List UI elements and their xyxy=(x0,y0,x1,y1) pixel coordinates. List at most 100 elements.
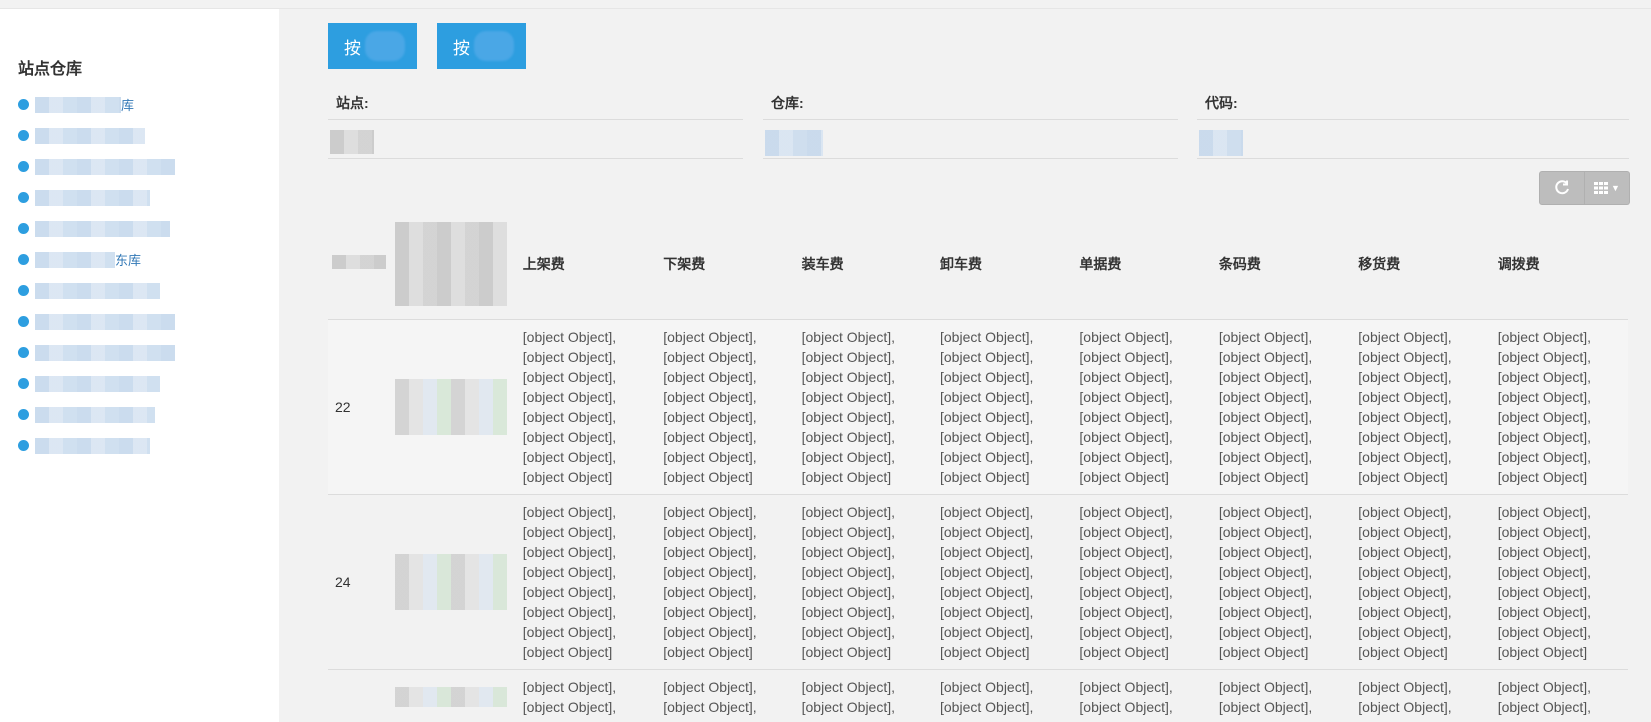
row-id xyxy=(328,669,391,722)
column-header[interactable]: 移货费 xyxy=(1354,209,1494,320)
tree-item[interactable] xyxy=(18,368,175,399)
cell-line: [object Object], xyxy=(1079,368,1173,385)
cell-line: [object Object], xyxy=(1218,678,1313,695)
cell-line: [object Object], xyxy=(801,448,896,465)
cell-line: [object Object] xyxy=(801,468,892,485)
action-button-2[interactable]: 按 xyxy=(437,23,526,69)
cell-line: [object Object], xyxy=(1358,368,1452,385)
node-dot-icon xyxy=(18,254,29,265)
cell-line: [object Object], xyxy=(801,698,896,715)
grid-icon xyxy=(1594,182,1609,194)
site-filter-value[interactable] xyxy=(330,130,374,154)
row-name xyxy=(390,319,519,495)
node-dot-icon xyxy=(18,285,29,296)
cell-line: [object Object], xyxy=(1497,623,1592,640)
action-button-1[interactable]: 按 xyxy=(328,23,417,69)
cell-line: [object Object], xyxy=(1358,563,1452,580)
tree-item[interactable] xyxy=(18,430,175,461)
cell-line: [object Object], xyxy=(522,348,617,365)
cell-line: [object Object], xyxy=(1358,623,1452,640)
tree-item-label: 库 xyxy=(121,98,135,113)
cell-line: [object Object], xyxy=(1079,623,1173,640)
table-row[interactable]: 22 [object Object], [object Object], [objec… xyxy=(328,319,1628,495)
cell-line: [object Object], xyxy=(801,543,896,560)
cell-line: [object Object], xyxy=(522,428,617,445)
node-dot-icon xyxy=(18,130,29,141)
tree-item[interactable] xyxy=(18,306,175,337)
tree-item[interactable] xyxy=(18,213,175,244)
cell-line: [object Object], xyxy=(663,543,757,560)
tree-item[interactable] xyxy=(18,399,175,430)
cell-line: [object Object], xyxy=(663,368,757,385)
fee-cell: [object Object], [object Object], [object … xyxy=(1214,494,1355,670)
warehouse-filter-label: 仓库: xyxy=(771,95,804,111)
cell-line: [object Object], xyxy=(522,623,617,640)
cell-line: [object Object], xyxy=(801,563,896,580)
cell-line: [object Object], xyxy=(940,428,1034,445)
tree-item[interactable] xyxy=(18,120,175,151)
cell-line: [object Object], xyxy=(1079,348,1173,365)
table-row[interactable]: [object Object], [object Object], [object … xyxy=(328,669,1628,722)
tree-item[interactable]: 库 xyxy=(18,89,175,120)
filter-bar: 站点: 仓库: 代码: xyxy=(328,89,1629,164)
cell-line: [object Object] xyxy=(1358,468,1448,485)
column-header[interactable]: 单据费 xyxy=(1075,209,1215,320)
cell-line: [object Object], xyxy=(522,543,617,560)
fee-cell: [object Object], [object Object], [object … xyxy=(936,494,1076,670)
tree-item[interactable] xyxy=(18,182,175,213)
cell-line: [object Object], xyxy=(1079,388,1173,405)
table-row[interactable]: 24 [object Object], [object Object], [objec… xyxy=(328,494,1628,670)
row-id: 22 xyxy=(328,319,391,495)
cell-line: [object Object], xyxy=(1218,623,1313,640)
fee-table: 上架费 下架费 装车费 卸车费 单据费 条码费 移货费 调拨费 22 [objec… xyxy=(328,209,1628,722)
cell-line: [object Object], xyxy=(1079,448,1173,465)
tree-item[interactable] xyxy=(18,275,175,306)
cell-line: [object Object], xyxy=(940,583,1034,600)
column-header[interactable]: 上架费 xyxy=(518,209,660,320)
tree-item[interactable]: 东库 xyxy=(18,244,175,275)
cell-line: [object Object], xyxy=(1497,698,1592,715)
cell-line: [object Object], xyxy=(1497,543,1592,560)
column-header-id[interactable] xyxy=(328,209,391,320)
cell-line: [object Object], xyxy=(1358,678,1452,695)
code-filter-value[interactable] xyxy=(1199,130,1243,156)
fee-cell: [object Object], [object Object], [object … xyxy=(1493,494,1628,670)
cell-line: [object Object], xyxy=(663,448,757,465)
column-header[interactable]: 下架费 xyxy=(659,209,798,320)
cell-line: [object Object] xyxy=(801,643,892,660)
column-header[interactable]: 卸车费 xyxy=(936,209,1076,320)
cell-line: [object Object] xyxy=(663,468,753,485)
node-dot-icon xyxy=(18,440,29,451)
cell-line: [object Object], xyxy=(1497,563,1592,580)
cell-line: [object Object], xyxy=(801,623,896,640)
cell-line: [object Object], xyxy=(1218,698,1313,715)
fee-cell: [object Object], [object Object], [object … xyxy=(659,494,798,670)
cell-line: [object Object], xyxy=(1358,543,1452,560)
cell-line: [object Object], xyxy=(940,448,1034,465)
sidebar: 站点仓库 库 东库 xyxy=(0,9,279,722)
cell-line: [object Object], xyxy=(522,698,617,715)
cell-line: [object Object] xyxy=(940,468,1030,485)
warehouse-filter-value[interactable] xyxy=(765,130,823,156)
fee-cell: [object Object], [object Object], xyxy=(1354,669,1494,722)
cell-line: [object Object], xyxy=(801,523,896,540)
column-header[interactable]: 装车费 xyxy=(797,209,936,320)
cell-line: [object Object], xyxy=(1079,523,1173,540)
tree-item[interactable] xyxy=(18,151,175,182)
cell-line: [object Object], xyxy=(801,583,896,600)
cell-line: [object Object], xyxy=(1218,563,1313,580)
fee-cell: [object Object], [object Object], xyxy=(1493,669,1628,722)
cell-line: [object Object], xyxy=(940,698,1034,715)
columns-button[interactable]: ▼ xyxy=(1585,171,1630,205)
cell-line: [object Object], xyxy=(1497,583,1592,600)
tree-item[interactable] xyxy=(18,337,175,368)
column-header-name[interactable] xyxy=(390,209,519,320)
cell-line: [object Object], xyxy=(1497,448,1592,465)
cell-line: [object Object], xyxy=(801,408,896,425)
cell-line: [object Object] xyxy=(1079,643,1169,660)
column-header[interactable]: 调拨费 xyxy=(1493,209,1628,320)
refresh-button[interactable] xyxy=(1539,171,1585,205)
column-header[interactable]: 条码费 xyxy=(1214,209,1355,320)
warehouse-tree: 库 东库 xyxy=(18,89,175,461)
cell-line: [object Object], xyxy=(1079,543,1173,560)
